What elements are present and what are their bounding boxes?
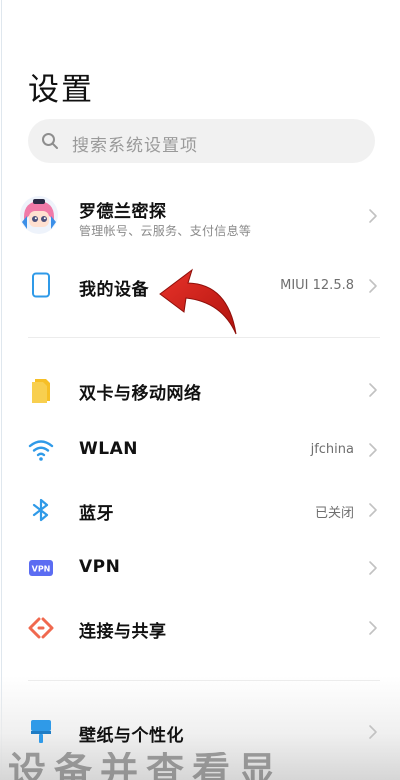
bluetooth-row[interactable]: 蓝牙 已关闭 (0, 480, 400, 540)
connection-share-row[interactable]: 连接与共享 (0, 598, 400, 658)
chevron-right-icon (369, 209, 377, 223)
sim-card-icon (32, 379, 50, 403)
section-divider (28, 337, 380, 338)
annotation-arrow (159, 268, 237, 335)
chevron-right-icon (369, 443, 377, 457)
bluetooth-label: 蓝牙 (79, 504, 114, 524)
search-placeholder: 搜索系统设置项 (72, 136, 198, 156)
vpn-row[interactable]: VPN VPN (0, 538, 400, 598)
chevron-right-icon (369, 383, 377, 397)
account-subtitle: 管理帐号、云服务、支付信息等 (79, 224, 252, 238)
wlan-network-name: jfchina (310, 442, 354, 457)
vpn-icon: VPN (29, 560, 53, 576)
wifi-icon (28, 440, 54, 461)
connection-share-icon (28, 617, 54, 639)
sim-mobile-network-label: 双卡与移动网络 (79, 384, 202, 404)
vpn-label: VPN (79, 557, 121, 577)
chevron-right-icon (369, 725, 377, 739)
my-device-version: MIUI 12.5.8 (280, 278, 354, 293)
avatar (20, 196, 58, 234)
search-icon (42, 133, 58, 149)
sim-mobile-network-row[interactable]: 双卡与移动网络 (0, 360, 400, 420)
wlan-label: WLAN (79, 439, 138, 459)
wallpaper-personalization-label: 壁纸与个性化 (79, 726, 184, 746)
section-divider (28, 680, 380, 681)
chevron-right-icon (369, 561, 377, 575)
my-device-label: 我的设备 (79, 280, 149, 300)
wlan-row[interactable]: WLAN jfchina (0, 420, 400, 480)
connection-share-label: 连接与共享 (79, 622, 167, 642)
account-row[interactable]: 罗德兰密探 管理帐号、云服务、支付信息等 (0, 186, 400, 246)
svg-text:VPN: VPN (32, 565, 51, 574)
overlay-caption: 设备并查看显 (8, 752, 285, 780)
chevron-right-icon (369, 503, 377, 517)
page-title: 设置 (28, 72, 94, 108)
wallpaper-icon (31, 720, 51, 743)
phone-device-icon (32, 272, 50, 298)
bluetooth-status: 已关闭 (314, 506, 354, 521)
chevron-right-icon (369, 279, 377, 293)
account-name: 罗德兰密探 (79, 202, 167, 222)
bluetooth-icon (32, 498, 49, 522)
search-bar[interactable]: 搜索系统设置项 (28, 119, 375, 163)
chevron-right-icon (369, 621, 377, 635)
